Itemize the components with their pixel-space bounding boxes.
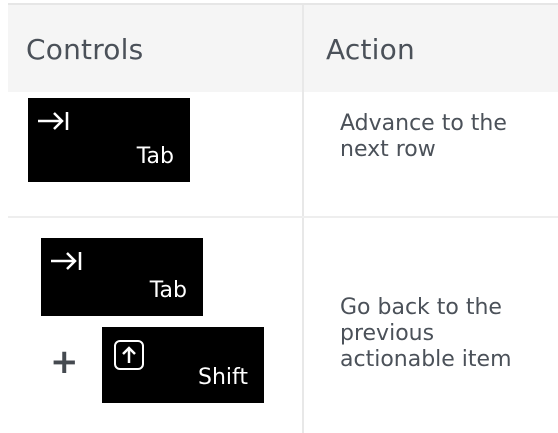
plus-combinator: + (50, 342, 79, 382)
table-header-row: Controls Action (8, 5, 558, 92)
shortcuts-table: Controls Action Tab Advance to the next … (8, 3, 558, 433)
header-controls: Controls (26, 33, 144, 66)
column-divider (302, 5, 304, 433)
row-1-action-line-2: next row (340, 137, 436, 162)
row-separator (8, 216, 558, 218)
row-1-action: Advance to the next row (340, 111, 507, 163)
tab-arrow-icon (36, 108, 70, 138)
row-2-action-line-1: Go back to the (340, 295, 502, 320)
header-action: Action (326, 33, 415, 66)
shift-arrow-icon (114, 340, 144, 370)
shift-key: Shift (102, 327, 264, 403)
tab-key: Tab (28, 98, 190, 182)
tab-key-2: Tab (41, 238, 203, 316)
tab-arrow-icon (49, 248, 83, 278)
tab-key-label: Tab (149, 278, 187, 303)
row-2-action-line-2: previous (340, 321, 435, 346)
row-2-action-line-3: actionable item (340, 347, 512, 372)
tab-key-label: Tab (136, 144, 174, 169)
row-1-action-line-1: Advance to the (340, 111, 507, 136)
row-2-action: Go back to the previous actionable item (340, 295, 512, 373)
shift-key-label: Shift (197, 365, 248, 390)
